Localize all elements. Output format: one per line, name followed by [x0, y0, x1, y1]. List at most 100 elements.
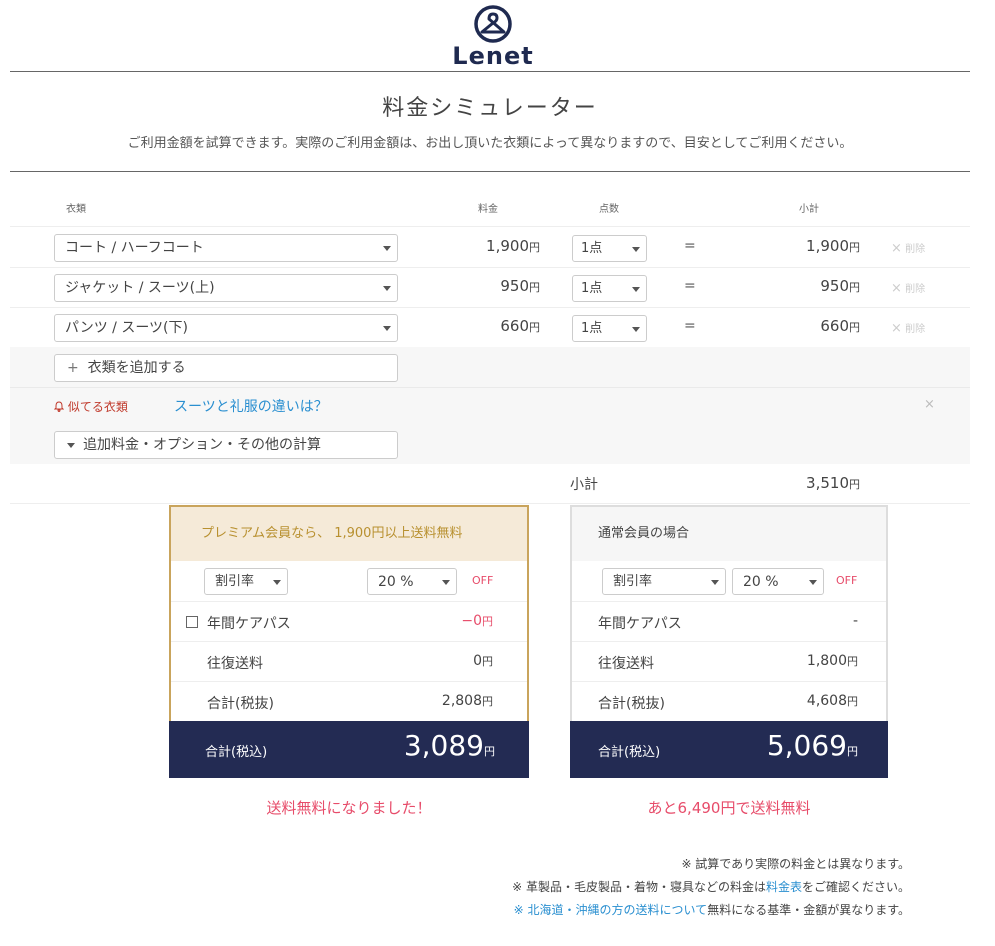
page-subtitle: ご利用金額を試算できます。実際のご利用金額は、お出し頂いた衣類によって異なります… — [127, 136, 853, 151]
hokkaido-okinawa-shipping-link[interactable]: 北海道・沖縄の方の送料について — [528, 903, 708, 917]
care-pass-checkbox[interactable] — [186, 616, 198, 628]
row-divider — [10, 267, 970, 268]
chevron-down-icon — [632, 247, 640, 252]
item-price: 950円 — [500, 277, 540, 295]
chevron-down-icon — [632, 287, 640, 292]
count-select-value: 1点 — [581, 321, 603, 336]
normal-discount-type-select[interactable]: 割引率 — [602, 568, 726, 595]
similar-items-label: 似てる衣類 — [53, 398, 128, 415]
price-table-link[interactable]: 料金表 — [766, 880, 802, 894]
shipping-value: 0円 — [473, 653, 493, 669]
premium-shipping-row: 往復送料 0円 — [171, 641, 527, 681]
premium-total-ex-row: 合計(税抜) 2,808円 — [171, 681, 527, 721]
premium-discount-rate-select[interactable]: 20 % — [367, 568, 457, 595]
care-pass-value: −0円 — [461, 613, 493, 629]
row-divider — [10, 503, 970, 504]
care-pass-value: - — [852, 613, 858, 629]
normal-care-pass-row: 年間ケアパス - — [572, 601, 886, 641]
col-head-count: 点数 — [599, 204, 619, 215]
total-ex-label: 合計(税抜) — [598, 696, 665, 712]
care-pass-label: 年間ケアパス — [207, 616, 291, 632]
count-select[interactable]: 1点 — [572, 235, 647, 262]
equals-sign: = — [684, 238, 696, 254]
close-icon: × — [891, 281, 902, 296]
col-head-subtotal: 小計 — [799, 204, 819, 215]
chevron-down-icon — [383, 326, 391, 331]
total-in-label: 合計(税込) — [205, 745, 268, 760]
normal-message: あと6,490円で送料無料 — [647, 799, 811, 817]
normal-card-header: 通常会員の場合 — [572, 507, 886, 561]
note-special-items: ※ 革製品・毛皮製品・着物・寝具などの料金は料金表をご確認ください。 — [512, 880, 910, 894]
total-in-label: 合計(税込) — [598, 745, 661, 760]
total-in-value: 3,089円 — [403, 729, 495, 762]
col-head-price: 料金 — [478, 204, 498, 215]
chevron-down-icon — [273, 580, 281, 585]
item-select[interactable]: パンツ / スーツ(下) — [54, 314, 398, 342]
count-select[interactable]: 1点 — [572, 315, 647, 342]
note-estimate: ※ 試算であり実際の料金とは異なります。 — [681, 857, 910, 871]
page-title: 料金シミュレーター — [382, 96, 598, 121]
item-select-value: パンツ / スーツ(下) — [65, 320, 188, 336]
brand-name: Lenet — [452, 42, 534, 70]
delete-button[interactable]: × 削除 — [891, 320, 925, 336]
caret-down-icon — [67, 443, 75, 448]
subtotal-value: 3,510円 — [806, 474, 860, 492]
normal-discount-rate-select[interactable]: 20 % — [732, 568, 824, 595]
count-select-value: 1点 — [581, 281, 603, 296]
additional-options-label: 追加料金・オプション・その他の計算 — [83, 437, 321, 453]
premium-discount-type-select[interactable]: 割引率 — [204, 568, 288, 595]
chevron-down-icon — [383, 286, 391, 291]
shipping-value: 1,800円 — [806, 653, 858, 669]
premium-message: 送料無料になりました！ — [266, 799, 432, 817]
equals-sign: = — [684, 278, 696, 294]
hanger-logo-icon — [474, 5, 512, 43]
col-head-item: 衣類 — [66, 204, 86, 215]
premium-total-footer: 合計(税込) 3,089円 — [169, 721, 529, 778]
item-select[interactable]: コート / ハーフコート — [54, 234, 398, 262]
count-select-value: 1点 — [581, 241, 603, 256]
additional-options-button[interactable]: 追加料金・オプション・その他の計算 — [54, 431, 398, 459]
normal-shipping-row: 往復送料 1,800円 — [572, 641, 886, 681]
premium-card: プレミアム会員なら、 1,900円以上送料無料 割引率 20 % OFF 年間ケ… — [169, 505, 529, 778]
total-ex-label: 合計(税抜) — [207, 696, 274, 712]
chevron-down-icon — [632, 327, 640, 332]
chevron-down-icon — [383, 246, 391, 251]
close-icon[interactable]: × — [924, 397, 935, 412]
bell-icon — [53, 401, 65, 413]
lenet-logo[interactable]: Lenet — [448, 4, 538, 68]
item-subtotal: 660円 — [820, 317, 860, 335]
normal-total-footer: 合計(税込) 5,069円 — [570, 721, 888, 778]
header-divider — [10, 71, 970, 72]
suit-difference-link[interactable]: スーツと礼服の違いは？ — [174, 396, 328, 416]
total-ex-value: 4,608円 — [806, 693, 858, 709]
item-subtotal: 1,900円 — [806, 237, 860, 255]
row-divider — [10, 226, 970, 227]
close-icon: × — [891, 241, 902, 256]
normal-card: 通常会員の場合 割引率 20 % OFF 年間ケアパス - 往復送料 1,800… — [570, 505, 888, 778]
item-price: 1,900円 — [486, 237, 540, 255]
total-ex-value: 2,808円 — [441, 693, 493, 709]
delete-button[interactable]: × 削除 — [891, 240, 925, 256]
item-select-value: コート / ハーフコート — [65, 240, 204, 256]
chevron-down-icon — [442, 580, 450, 585]
premium-card-header: プレミアム会員なら、 1,900円以上送料無料 — [171, 507, 527, 561]
item-price: 660円 — [500, 317, 540, 335]
premium-discount-row: 割引率 20 % OFF — [171, 561, 527, 601]
add-item-label: 衣類を追加する — [87, 360, 186, 376]
total-in-value: 5,069円 — [766, 729, 858, 762]
item-select[interactable]: ジャケット / スーツ(上) — [54, 274, 398, 302]
shipping-label: 往復送料 — [207, 656, 263, 672]
off-label: OFF — [472, 574, 494, 587]
care-pass-label: 年間ケアパス — [598, 616, 682, 632]
chevron-down-icon — [809, 580, 817, 585]
subtotal-label: 小計 — [570, 477, 598, 493]
title-divider — [10, 171, 970, 172]
equals-sign: = — [684, 318, 696, 334]
row-divider — [10, 307, 970, 308]
add-item-button[interactable]: + 衣類を追加する — [54, 354, 398, 382]
delete-button[interactable]: × 削除 — [891, 280, 925, 296]
normal-total-ex-row: 合計(税抜) 4,608円 — [572, 681, 886, 721]
close-icon: × — [891, 321, 902, 336]
count-select[interactable]: 1点 — [572, 275, 647, 302]
plus-icon: + — [67, 360, 79, 376]
